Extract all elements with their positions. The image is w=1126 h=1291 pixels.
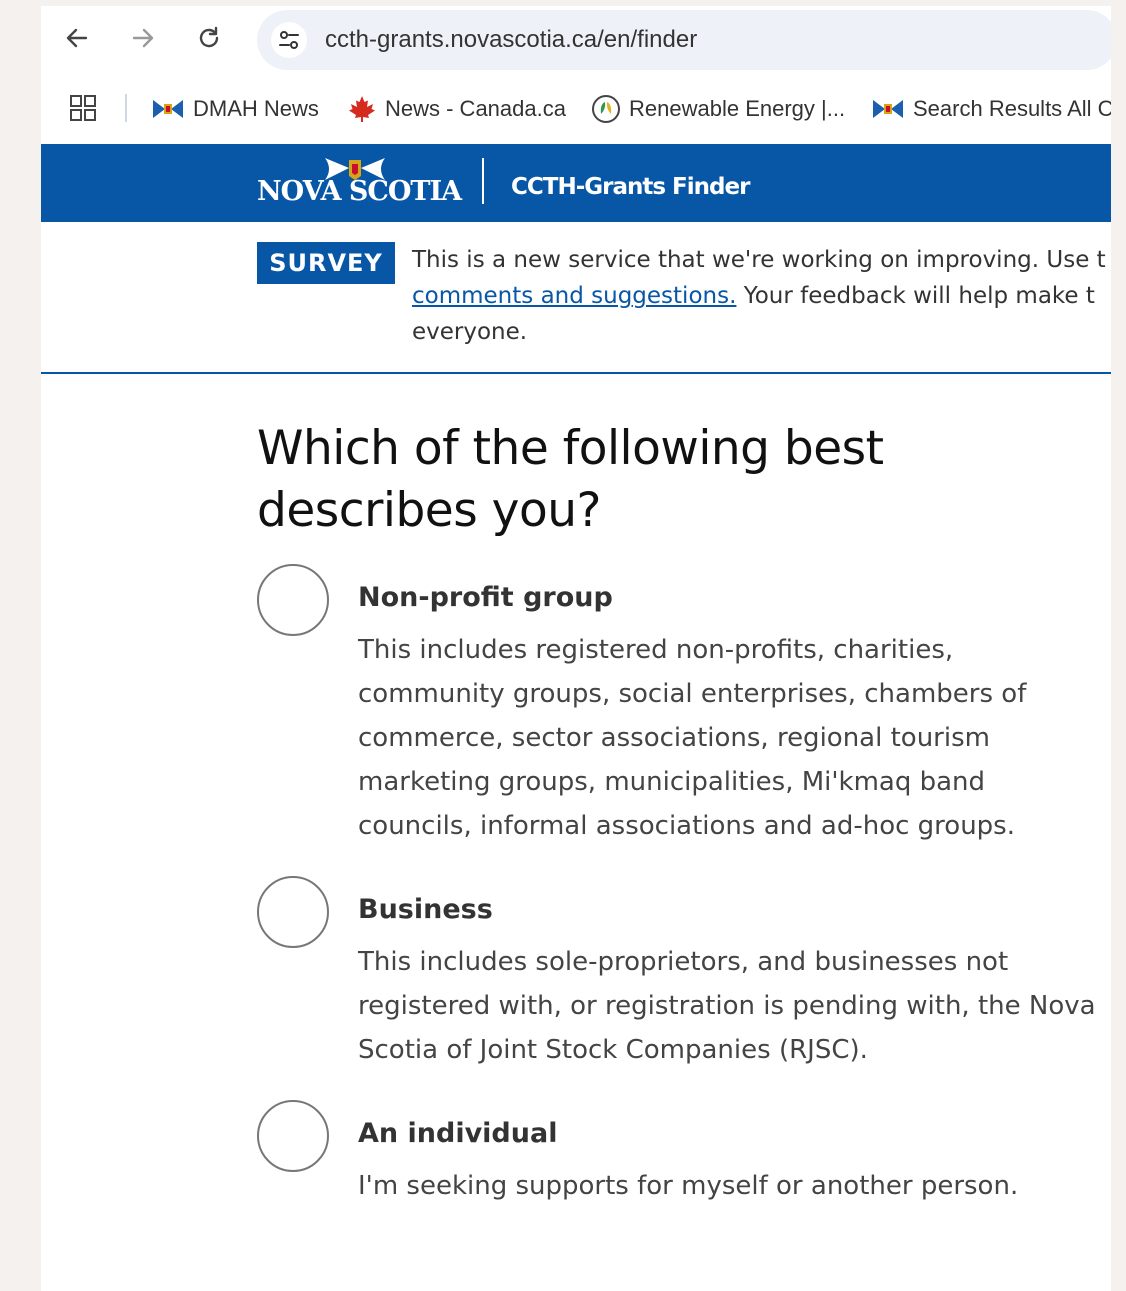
bookmark-label: DMAH News [193, 96, 319, 121]
reload-icon [199, 26, 219, 48]
option-description: This includes registered non-profits, ch… [358, 635, 1027, 841]
survey-line-3: everyone. [412, 319, 528, 345]
header-divider [482, 158, 484, 204]
survey-banner: SURVEY This is a new service that we're … [41, 222, 1111, 374]
apps-grid-icon[interactable] [69, 94, 97, 122]
renewable-energy-icon [592, 95, 620, 123]
bookmark-news-canada[interactable]: News - Canada.ca [347, 92, 566, 126]
bookmarks-bar: DMAH News News - Canada.ca Renewable Ene… [41, 78, 1111, 140]
back-button[interactable] [59, 20, 95, 56]
bookmark-search-results[interactable]: Search Results All C... [871, 92, 1111, 126]
radio-individual[interactable] [257, 1100, 329, 1172]
survey-line-2: comments and suggestions. Your feedback … [412, 278, 1111, 314]
option-title[interactable]: An individual [358, 1118, 557, 1149]
bookmark-label: Renewable Energy |... [629, 96, 846, 121]
bookmark-renewable-energy[interactable]: Renewable Energy |... [591, 92, 845, 126]
logo-text: NOVA SCOTIA [257, 176, 462, 207]
browser-window: ccth-grants.novascotia.ca/en/finder DMAH… [41, 6, 1111, 1291]
option-description: I'm seeking supports for myself or anoth… [358, 1171, 1019, 1201]
survey-line-1: This is a new service that we're working… [412, 247, 1106, 273]
bookmark-dmah-news[interactable]: DMAH News [151, 92, 319, 126]
forward-button[interactable] [125, 20, 161, 56]
bookmarks-separator [125, 94, 127, 122]
address-bar[interactable]: ccth-grants.novascotia.ca/en/finder [257, 10, 1111, 70]
site-header: NOVA SCOTIA CCTH-Grants Finder [41, 144, 1111, 222]
option-description: This includes sole-proprietors, and busi… [358, 947, 1096, 1065]
site-info-button[interactable] [271, 22, 307, 58]
radio-business[interactable] [257, 876, 329, 948]
bookmark-label: News - Canada.ca [385, 96, 566, 121]
bookmark-label: Search Results All C... [913, 96, 1111, 121]
survey-line-2-rest: Your feedback will help make t [736, 283, 1095, 309]
url-text[interactable]: ccth-grants.novascotia.ca/en/finder [325, 26, 697, 54]
reload-button[interactable] [191, 20, 227, 56]
browser-toolbar: ccth-grants.novascotia.ca/en/finder [41, 6, 1111, 74]
radio-non-profit[interactable] [257, 564, 329, 636]
survey-message: This is a new service that we're working… [412, 242, 1111, 350]
page-question: Which of the following best describes yo… [257, 421, 884, 538]
arrow-right-icon [132, 28, 154, 48]
arrow-left-icon [66, 28, 88, 48]
survey-badge: SURVEY [257, 242, 395, 284]
tune-icon [279, 31, 299, 49]
nova-scotia-flag-icon [873, 100, 903, 118]
nova-scotia-flag-icon [153, 100, 183, 118]
app-title[interactable]: CCTH-Grants Finder [511, 174, 750, 200]
comments-link[interactable]: comments and suggestions. [412, 283, 736, 309]
nova-scotia-logo[interactable]: NOVA SCOTIA [257, 154, 462, 212]
option-title[interactable]: Non-profit group [358, 582, 613, 613]
option-title[interactable]: Business [358, 894, 493, 925]
maple-leaf-icon [349, 96, 375, 122]
